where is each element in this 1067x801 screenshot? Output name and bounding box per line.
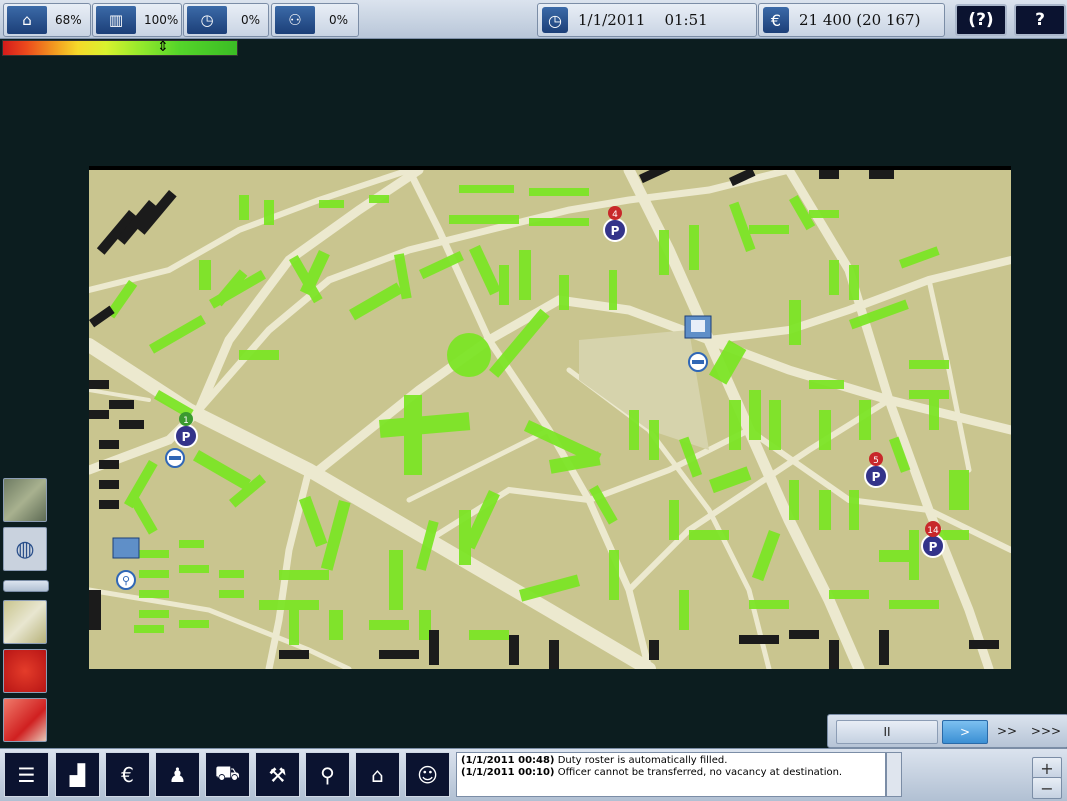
- gradient-marker-icon[interactable]: ⇕: [157, 38, 169, 56]
- pause-button[interactable]: II: [836, 720, 938, 744]
- traffic-stat[interactable]: ⚇ 0%: [271, 3, 359, 37]
- money-display: € 21 400 (20 167): [758, 3, 945, 37]
- svg-text:⚲: ⚲: [122, 574, 130, 587]
- worker-stat[interactable]: ◷ 0%: [183, 3, 269, 37]
- patrol-view-button[interactable]: ◍: [3, 527, 47, 571]
- parking-marker-4[interactable]: P 4: [603, 206, 627, 242]
- search-button[interactable]: ⚲: [305, 752, 350, 797]
- search-icon: ⚲: [320, 762, 335, 787]
- officer-icon: ☺: [417, 762, 438, 787]
- message-log[interactable]: (1/1/2011 00:48) Duty roster is automati…: [456, 752, 886, 797]
- log-entry: (1/1/2011 00:48) Duty roster is automati…: [461, 755, 881, 767]
- list-icon: ☰: [17, 762, 36, 787]
- faster-label: >>>: [1030, 724, 1062, 738]
- speed-controls: II > >> >>>: [827, 714, 1067, 748]
- log-time: (1/1/2011 00:10): [461, 767, 555, 778]
- finance-button[interactable]: €: [105, 752, 150, 797]
- parking-count-1: 1: [183, 416, 189, 426]
- industry-stat[interactable]: ▥ 100%: [92, 3, 182, 37]
- svg-text:P: P: [929, 540, 938, 554]
- building-icon: ⌂: [371, 762, 384, 787]
- fast-label: >>: [996, 724, 1018, 738]
- sidebar-divider: [3, 580, 49, 592]
- map-view-button[interactable]: [3, 600, 47, 644]
- minus-icon: −: [1040, 778, 1054, 798]
- help-label: (?): [968, 10, 994, 30]
- housing-stat[interactable]: ⌂ 68%: [3, 3, 91, 37]
- clock-worker-icon: ◷: [187, 6, 227, 34]
- help-button[interactable]: (?): [955, 4, 1007, 36]
- parking-count-14: 14: [927, 526, 939, 536]
- housing-icon: ⌂: [7, 6, 47, 34]
- log-text: Duty roster is automatically filled.: [554, 755, 728, 766]
- log-scrollbar[interactable]: [886, 752, 902, 797]
- map-canvas[interactable]: ⚲ P 4 P 1 P 5 P 14: [89, 170, 1011, 669]
- bottom-toolbar: ☰ ▟ € ♟ ⛟ ⚒ ⚲ ⌂ ☺ (1/1/2011 00:48) Duty …: [0, 748, 1067, 801]
- satisfaction-gradient-bar: [2, 40, 238, 56]
- buildings-button[interactable]: ⌂: [355, 752, 400, 797]
- officer-button[interactable]: ☺: [405, 752, 450, 797]
- svg-text:P: P: [611, 224, 620, 238]
- date-time-text: 1/1/2011 01:51: [578, 11, 708, 29]
- worker-value: 0%: [241, 13, 261, 27]
- fast-forward-button[interactable]: >>: [990, 720, 1024, 742]
- finance-icon: €: [121, 762, 134, 787]
- equipment-button[interactable]: ⚒: [255, 752, 300, 797]
- euro-icon: €: [763, 7, 789, 33]
- svg-text:P: P: [182, 430, 191, 444]
- parking-marker-5[interactable]: P 5: [864, 452, 888, 488]
- crime-heatmap-button[interactable]: [3, 649, 47, 693]
- park-area: [579, 330, 709, 450]
- zoom-in-button[interactable]: +: [1032, 757, 1062, 779]
- log-time: (1/1/2011 00:48): [461, 755, 555, 766]
- traffic-icon: ⚇: [275, 6, 315, 34]
- traffic-value: 0%: [329, 13, 349, 27]
- zoom-out-button[interactable]: −: [1032, 777, 1062, 799]
- play-button[interactable]: >: [942, 720, 988, 744]
- police-post-icon[interactable]: [165, 448, 185, 468]
- parking-count-5: 5: [873, 456, 879, 466]
- patrol-icon: ◍: [15, 536, 35, 562]
- log-entry: (1/1/2011 00:10) Officer cannot be trans…: [461, 767, 881, 779]
- statistics-button[interactable]: ▟: [55, 752, 100, 797]
- plus-icon: +: [1040, 758, 1054, 778]
- question-button[interactable]: ?: [1014, 4, 1066, 36]
- question-label: ?: [1035, 10, 1045, 30]
- money-text: 21 400 (20 167): [799, 11, 921, 29]
- vehicles-icon: ⛟: [214, 761, 241, 785]
- list-menu-button[interactable]: ☰: [4, 752, 49, 797]
- equipment-icon: ⚒: [268, 762, 287, 787]
- industry-value: 100%: [144, 13, 179, 27]
- fastest-button[interactable]: >>>: [1028, 720, 1064, 742]
- industry-icon: ▥: [96, 6, 136, 34]
- svg-text:P: P: [872, 470, 881, 484]
- personnel-icon: ♟: [168, 762, 187, 787]
- satellite-view-button[interactable]: [3, 478, 47, 522]
- statistics-icon: ▟: [69, 762, 86, 787]
- parking-count-4: 4: [612, 210, 618, 220]
- parking-marker-14[interactable]: P 14: [921, 521, 945, 558]
- pause-label: II: [883, 725, 891, 739]
- clock-icon: ◷: [542, 7, 568, 33]
- personnel-button[interactable]: ♟: [155, 752, 200, 797]
- school-icon[interactable]: ⚲: [112, 537, 140, 590]
- vehicles-button[interactable]: ⛟: [205, 752, 250, 797]
- top-status-bar: ⌂ 68% ▥ 100% ◷ 0% ⚇ 0% ◷ 1/1/2011 01:51 …: [0, 0, 1067, 39]
- city-map[interactable]: ⚲ P 4 P 1 P 5 P 14: [89, 166, 1011, 669]
- play-label: >: [959, 725, 971, 739]
- date-time-display: ◷ 1/1/2011 01:51: [537, 3, 757, 37]
- housing-value: 68%: [55, 13, 82, 27]
- log-text: Officer cannot be transferred, no vacanc…: [554, 767, 843, 778]
- incident-map-button[interactable]: [3, 698, 47, 742]
